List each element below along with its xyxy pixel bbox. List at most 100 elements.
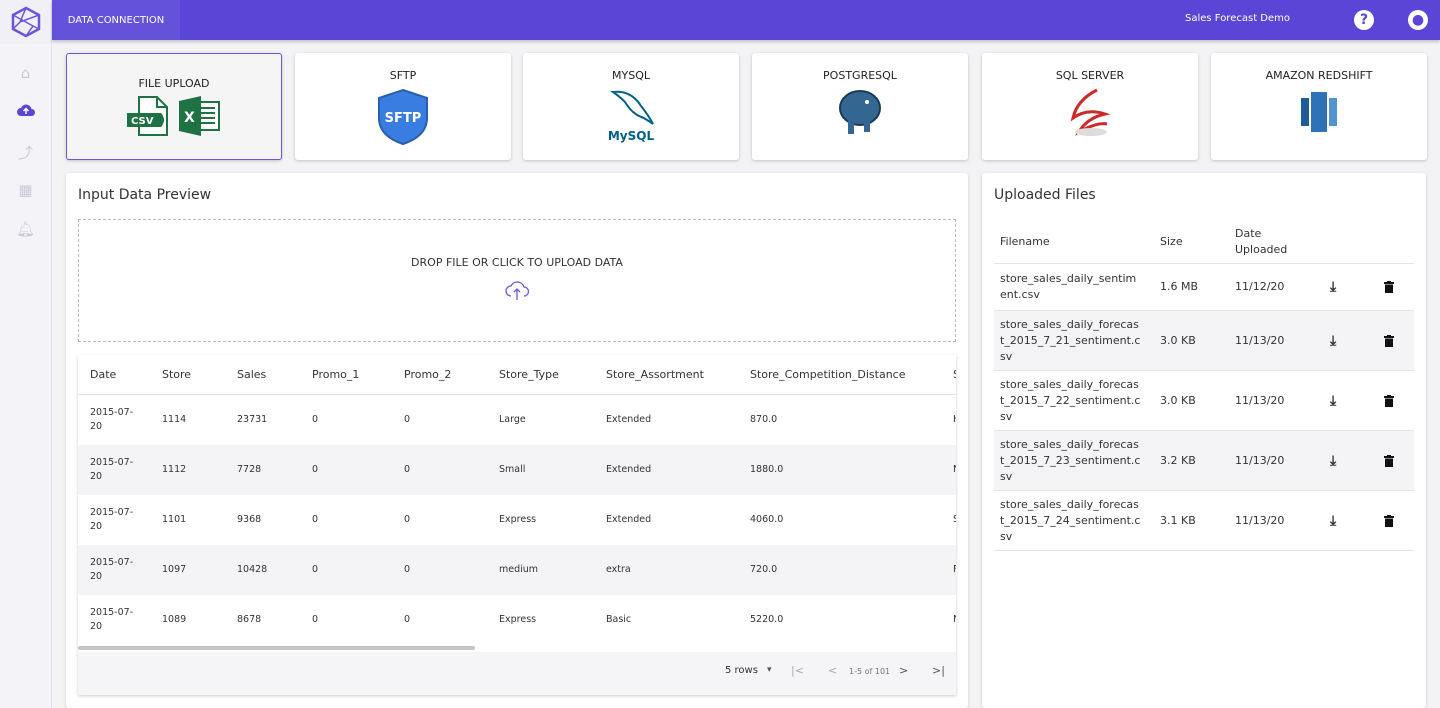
table-cell: Extended [606, 464, 652, 475]
svg-text:X: X [184, 110, 195, 126]
table-cell: 0 [312, 464, 319, 475]
account-circle-icon[interactable]: ● [1408, 10, 1428, 30]
table-cell: Small [499, 464, 526, 475]
file-row: store_sales_daily_forecast_2015_7_22_sen… [994, 371, 1414, 431]
table-cell: N [953, 445, 956, 495]
table-cell: Express [499, 614, 537, 625]
postgresql-elephant-icon [839, 90, 881, 134]
download-icon[interactable]: ⤓ [1330, 264, 1336, 310]
rows-per-page-select[interactable]: 5 rows [725, 665, 758, 676]
column-header[interactable]: Store [162, 355, 191, 394]
panel-title: Uploaded Files [994, 187, 1096, 203]
source-label: SQL SERVER [1055, 69, 1125, 82]
last-page-icon[interactable]: >| [932, 664, 945, 677]
table-cell: 5220.0 [750, 614, 784, 625]
table-cell: extra [606, 564, 631, 575]
delete-icon[interactable] [1384, 371, 1394, 430]
svg-text:CSV: CSV [131, 116, 154, 127]
column-header[interactable]: Date Uploaded [1235, 220, 1295, 263]
table-cell: 1114 [162, 414, 187, 425]
table-cell: 870.0 [750, 414, 778, 425]
source-card-postgresql[interactable]: POSTGRESQL [752, 53, 968, 160]
table-cell: Large [499, 414, 526, 425]
source-card-sql-server[interactable]: SQL SERVER [982, 53, 1198, 160]
sftp-shield-icon: SFTP [378, 88, 428, 146]
delete-icon[interactable] [1384, 491, 1394, 550]
dropdown-arrow-icon[interactable]: ▾ [767, 665, 772, 675]
file-row: store_sales_daily_forecast_2015_7_24_sen… [994, 491, 1414, 551]
download-icon[interactable]: ⤓ [1330, 431, 1336, 490]
column-header[interactable]: Filename [1000, 220, 1050, 263]
next-page-icon[interactable]: > [899, 664, 908, 677]
table-cell: N [953, 595, 956, 645]
column-header[interactable]: Date [90, 355, 116, 394]
table-cell: 720.0 [750, 564, 778, 575]
delete-icon[interactable] [1384, 311, 1394, 370]
dashboard-icon[interactable]: ▦ [0, 181, 51, 200]
source-card-file-upload[interactable]: FILE UPLOAD CSV X [66, 53, 282, 160]
table-cell: 0 [312, 564, 319, 575]
trending-up-icon[interactable]: ⤴ [0, 142, 51, 162]
file-name: store_sales_daily_forecast_2015_7_22_sen… [1000, 377, 1141, 423]
cloud-upload-icon[interactable] [0, 103, 51, 122]
column-header[interactable]: Sales [237, 355, 266, 394]
column-header[interactable]: S [953, 355, 956, 394]
files-header-row: Filename Size Date Uploaded [994, 220, 1414, 264]
column-header[interactable]: Store_Assortment [606, 355, 704, 394]
source-card-mysql[interactable]: MYSQL MySQL [523, 53, 739, 160]
download-icon[interactable]: ⤓ [1330, 491, 1336, 550]
file-date: 11/13/20 [1235, 513, 1285, 527]
source-card-sftp[interactable]: SFTP SFTP [295, 53, 511, 160]
project-name[interactable]: Sales Forecast Demo [1185, 13, 1290, 24]
source-card-amazon-redshift[interactable]: AMAZON REDSHIFT [1211, 53, 1427, 160]
file-row: store_sales_daily_sentiment.csv 1.6 MB 1… [994, 264, 1414, 311]
first-page-icon[interactable]: |< [791, 664, 804, 677]
sql-server-icon [1070, 88, 1111, 136]
table-cell: 2015-07-20 [90, 407, 134, 432]
table-header-row: Date Store Sales Promo_1 Promo_2 Store_Type St… [78, 355, 956, 395]
file-name: store_sales_daily_forecast_2015_7_23_sen… [1000, 437, 1141, 483]
app-logo[interactable] [0, 0, 51, 44]
table-cell: 9368 [237, 514, 262, 525]
column-header[interactable]: Size [1160, 220, 1183, 263]
drop-zone-text: DROP FILE OR CLICK TO UPLOAD DATA [411, 256, 623, 269]
file-drop-zone[interactable]: DROP FILE OR CLICK TO UPLOAD DATA [78, 219, 956, 342]
file-name: store_sales_daily_sentiment.csv [1000, 272, 1137, 301]
download-icon[interactable]: ⤓ [1330, 311, 1336, 370]
table-cell: Extended [606, 414, 652, 425]
column-header[interactable]: Store_Type [499, 355, 559, 394]
table-cell: F [953, 564, 956, 575]
horizontal-scrollbar[interactable] [78, 646, 475, 650]
source-label: FILE UPLOAD [138, 77, 210, 90]
help-circle-icon[interactable]: ? [1354, 10, 1374, 30]
table-cell: 2015-07-20 [90, 607, 134, 632]
bell-icon[interactable]: 🔔︎ [0, 220, 51, 239]
file-size: 1.6 MB [1160, 280, 1199, 293]
previous-page-icon[interactable]: < [828, 664, 837, 677]
table-cell: 0 [404, 514, 411, 525]
table-cell: S [953, 495, 956, 545]
file-name: store_sales_daily_forecast_2015_7_24_sen… [1000, 497, 1141, 543]
table-cell: 7728 [237, 464, 262, 475]
table-cell: 2015-07-20 [90, 457, 134, 482]
source-label: SFTP [389, 69, 417, 82]
file-row: store_sales_daily_forecast_2015_7_23_sen… [994, 431, 1414, 491]
delete-icon[interactable] [1384, 264, 1394, 310]
table-cell: Basic [606, 614, 632, 625]
csv-file-icon: CSV [127, 96, 168, 136]
delete-icon[interactable] [1384, 431, 1394, 490]
file-size: 3.0 KB [1160, 333, 1196, 347]
column-header[interactable]: Promo_2 [404, 355, 451, 394]
column-header[interactable]: Store_Competition_Distance [750, 355, 906, 394]
column-header[interactable]: Promo_1 [312, 355, 359, 394]
home-icon[interactable]: ⌂ [0, 64, 51, 83]
tab-data-connection[interactable]: DATA CONNECTION [52, 0, 180, 40]
source-label: AMAZON REDSHIFT [1265, 69, 1373, 82]
download-icon[interactable]: ⤓ [1330, 371, 1336, 430]
table-cell: 0 [404, 614, 411, 625]
file-date: 11/13/20 [1235, 453, 1285, 467]
mysql-dolphin-icon: MySQL [608, 90, 654, 143]
page-info: 1-5 of 101 [849, 667, 891, 676]
sidebar: ⌂ ⤴ ▦ 🔔︎ [0, 0, 52, 708]
cloud-upload-icon [505, 281, 530, 300]
